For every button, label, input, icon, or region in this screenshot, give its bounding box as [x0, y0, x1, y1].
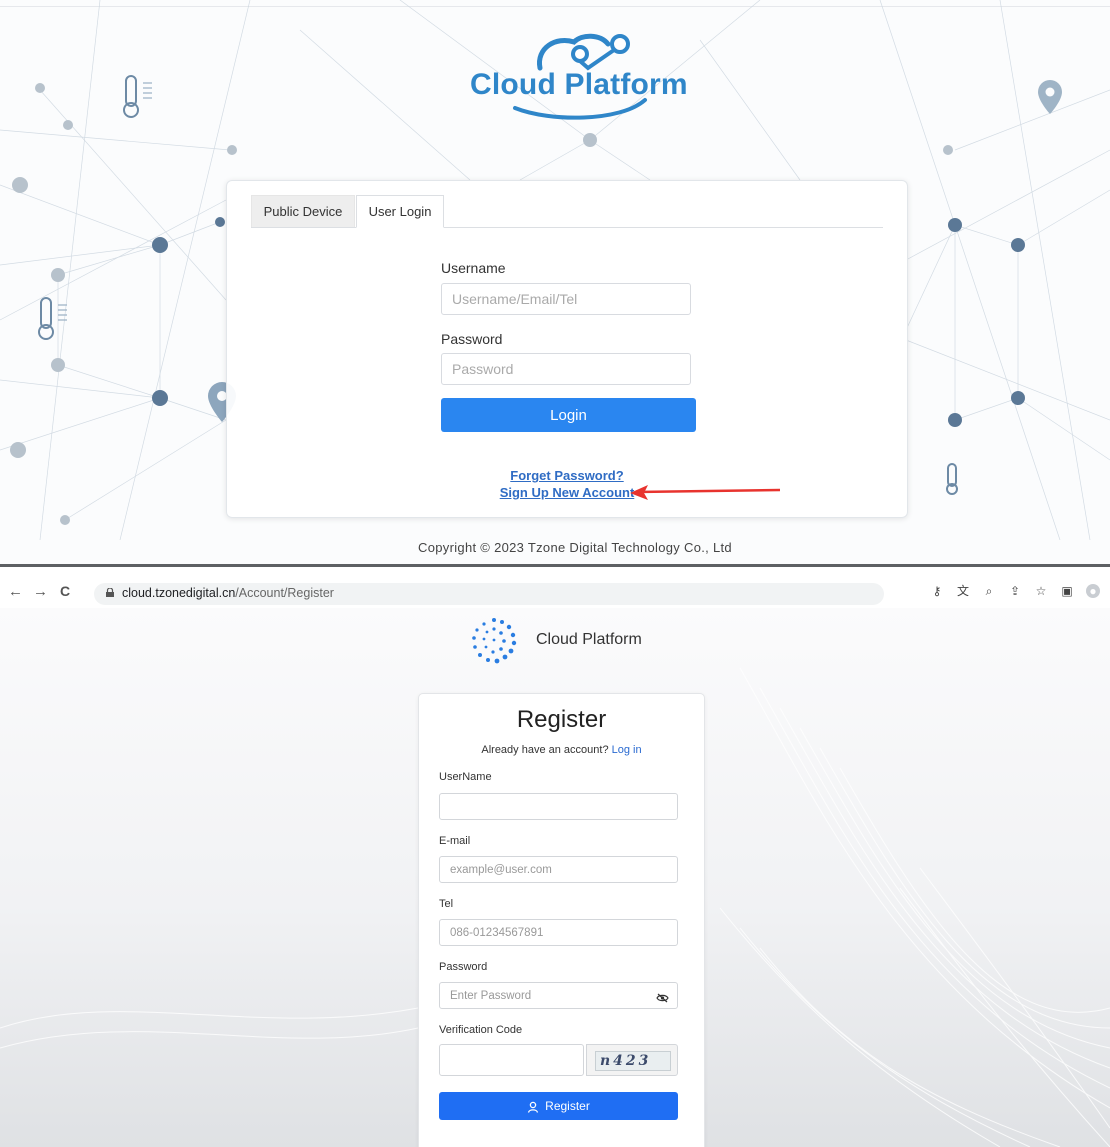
logo-text: Cloud Platform [470, 68, 688, 101]
sign-up-link[interactable]: Sign Up New Account [227, 485, 907, 500]
register-subtitle: Already have an account? Log in [419, 744, 704, 756]
password-field[interactable] [439, 982, 678, 1009]
captcha-box[interactable]: n423 [586, 1044, 678, 1076]
verification-code-field[interactable] [439, 1044, 584, 1076]
captcha-image: n423 [595, 1051, 671, 1071]
cloud-platform-logo: Cloud Platform [470, 30, 690, 120]
username-field[interactable] [439, 793, 678, 820]
register-title: Register [516, 706, 607, 733]
username-label: Username [441, 260, 506, 276]
brand-logo-icon [472, 618, 517, 664]
browser-toolbar: ← → C cloud.tzonedigital.cn/Account/Regi… [0, 578, 1110, 608]
address-bar[interactable]: cloud.tzonedigital.cn/Account/Register [94, 583, 884, 605]
register-button[interactable]: Register [439, 1092, 678, 1120]
register-screenshot: ← → C cloud.tzonedigital.cn/Account/Regi… [0, 569, 1110, 1147]
forget-password-link[interactable]: Forget Password? [227, 468, 907, 483]
translate-icon[interactable]: 文 [956, 584, 970, 598]
register-page: Cloud Platform Register Already have an … [0, 608, 1110, 1147]
forward-icon[interactable]: → [33, 583, 48, 600]
register-button-label: Register [545, 1099, 590, 1113]
brand-title: Cloud Platform [536, 631, 642, 648]
reload-icon[interactable]: C [60, 583, 70, 599]
url-path: /Account/Register [235, 586, 334, 600]
verification-code-label: Verification Code [439, 1024, 523, 1036]
tel-label: Tel [439, 898, 454, 910]
key-icon[interactable]: ⚷ [930, 584, 944, 598]
password-input[interactable] [441, 353, 691, 385]
login-button[interactable]: Login [441, 398, 696, 432]
login-screenshot: Cloud Platform Public Device User Login … [0, 0, 1110, 567]
subtitle-text: Already have an account? [481, 744, 612, 756]
profile-icon[interactable]: ● [1086, 584, 1100, 598]
browser-action-icons: ⚷ 文 ⌕ ⇪ ☆ ▣ ● [930, 584, 1100, 598]
brand-header: Cloud Platform [468, 615, 642, 667]
username-label: UserName [439, 771, 492, 783]
password-label: Password [439, 961, 488, 973]
star-icon[interactable]: ☆ [1034, 584, 1048, 598]
lock-icon [106, 588, 114, 597]
login-link[interactable]: Log in [612, 744, 642, 756]
email-label: E-mail [439, 835, 471, 847]
password-label: Password [441, 331, 503, 347]
screenshot-divider [0, 564, 1110, 567]
tel-field[interactable] [439, 919, 678, 946]
share-icon[interactable]: ⇪ [1008, 584, 1022, 598]
zoom-icon[interactable]: ⌕ [982, 584, 996, 598]
annotation-arrow-icon [630, 485, 781, 500]
register-card: Register Already have an account? Log in… [418, 693, 705, 1147]
login-card: Public Device User Login Username Passwo… [226, 180, 908, 518]
back-icon[interactable]: ← [8, 583, 23, 600]
copyright-text: Copyright © 2023 Tzone Digital Technolog… [418, 540, 732, 555]
email-field[interactable] [439, 856, 678, 883]
login-tabs: Public Device User Login [251, 195, 883, 228]
tab-public-device[interactable]: Public Device [251, 195, 355, 227]
url-domain: cloud.tzonedigital.cn [122, 586, 236, 600]
user-icon [528, 1101, 539, 1113]
username-input[interactable] [441, 283, 691, 315]
sidepanel-icon[interactable]: ▣ [1060, 584, 1074, 598]
tab-user-login[interactable]: User Login [356, 195, 444, 228]
eye-slash-icon[interactable] [656, 993, 669, 1003]
url-text: cloud.tzonedigital.cn/Account/Register [122, 586, 334, 600]
